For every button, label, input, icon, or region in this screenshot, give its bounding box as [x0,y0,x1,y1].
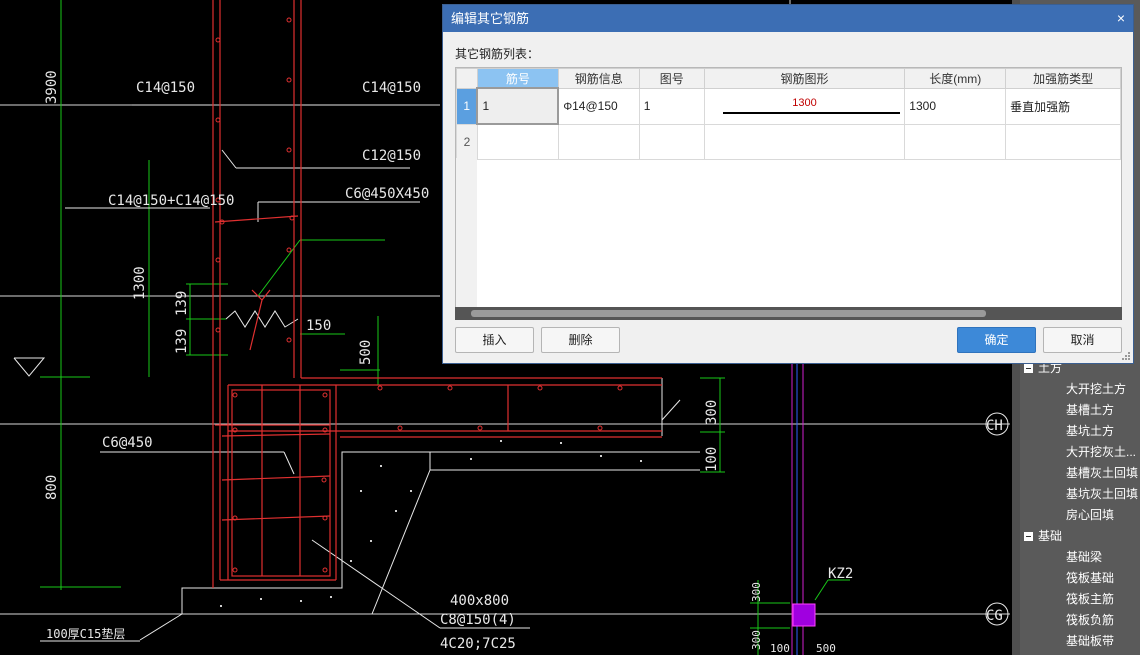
cell-fig-no[interactable]: 1 [638,87,705,125]
scrollbar-thumb[interactable] [471,310,986,317]
tree-item-label: 基坑土方 [1066,424,1115,438]
column-kz2-label: KZ2 [828,566,853,582]
dimension-500-column: 500 [816,642,836,655]
tree-item[interactable]: 基础梁 [1066,547,1102,568]
tree-item[interactable]: 筏板主筋 [1066,589,1114,610]
column-header-bar-shape[interactable]: 钢筋图形 [703,68,906,89]
collapse-icon[interactable] [1024,364,1033,373]
axis-ch-label: CH [986,418,1003,434]
dimension-300-column-lower: 300 [750,630,763,650]
tree-item-label: 房心回填 [1066,508,1115,522]
tree-item[interactable]: 基槽灰土回填 [1066,463,1138,484]
beam-bars-label: 4C20;7C25 [440,636,516,652]
tree-item-label: 筏板主筋 [1066,592,1115,606]
dimension-500: 500 [358,340,374,365]
tree-item[interactable]: 基础板带 [1066,631,1114,652]
tree-item-label: 基础 [1038,529,1063,543]
dimension-300: 300 [704,400,720,425]
dimension-100: 100 [704,447,720,472]
tree-item-label: 基槽灰土回填 [1066,466,1139,480]
row-number[interactable]: 1 [456,87,478,125]
horizontal-scrollbar[interactable] [455,307,1122,320]
cell-bar-info-text: 14@150 [572,99,618,113]
dimension-300-column-upper: 300 [750,582,763,602]
tree-item-label: 基础板带 [1066,634,1115,648]
rebar-label-c12: C12@150 [362,148,421,164]
shape-line [722,111,901,114]
tree-item[interactable]: 基坑土方 [1066,421,1114,442]
rebar-label-c6: C6@450 [102,435,153,451]
tree-item-label: 筏板基础 [1066,571,1115,585]
pad-label: 100厚C15垫层 [46,626,125,641]
cell-length[interactable] [904,123,1007,160]
dimension-150: 150 [306,318,331,334]
dimension-100-column: 100 [770,642,790,655]
cell-length[interactable]: 1300 [904,87,1007,125]
rebar-grid: 筋号 钢筋信息 图号 钢筋图形 长度(mm) 加强筋类型 1 1 Φ14@150… [455,67,1122,320]
tree-item-label: 筏板负筋 [1066,613,1115,627]
edit-other-rebar-dialog: 编辑其它钢筋 × 其它钢筋列表： 筋号 钢筋信息 图号 钢筋图形 长度(mm) … [442,4,1134,364]
table-row[interactable]: 2 [456,123,1121,160]
dimension-139-lower: 139 [174,329,190,354]
cell-bar-no[interactable] [476,123,559,160]
cell-bar-shape[interactable]: 1300 [703,87,906,125]
tree-item-label: 大开挖土方 [1066,382,1127,396]
tree-item[interactable]: 大开挖土方 [1066,379,1126,400]
tree-item[interactable]: 大开挖灰土... [1066,442,1136,463]
cell-bar-info[interactable]: Φ14@150 [557,87,640,125]
axis-cg-label: CG [986,608,1003,624]
delete-button[interactable]: 删除 [541,327,620,353]
dimension-800: 800 [44,475,60,500]
column-header-fig-no[interactable]: 图号 [638,68,705,89]
column-header-bar-info[interactable]: 钢筋信息 [557,68,640,89]
column-header-length[interactable]: 长度(mm) [904,68,1007,89]
dimension-3900: 3900 [44,70,60,104]
cell-reinforce-type[interactable]: 垂直加强筋 [1005,87,1121,125]
grid-corner[interactable] [456,68,478,89]
close-icon[interactable]: × [1117,5,1125,32]
table-row[interactable]: 1 1 Φ14@150 1 1300 1300 垂直加强筋 [456,87,1121,125]
tree-item-label: 基础梁 [1066,550,1103,564]
collapse-icon[interactable] [1024,532,1033,541]
rebar-grade-symbol: Φ [563,101,573,113]
tree-item-label: 基坑灰土回填 [1066,487,1139,501]
tree-group[interactable]: 基础 [1024,526,1063,547]
row-header-strip [456,158,477,319]
kz2-column-marker[interactable] [792,603,816,627]
rebar-label-c14-top-right: C14@150 [362,80,421,96]
column-header-bar-no[interactable]: 筋号 [476,68,559,89]
cell-bar-no[interactable]: 1 [476,87,560,125]
shape-length-value: 1300 [792,96,817,109]
beam-stirrup-label: C8@150(4) [440,612,516,628]
resize-grip-icon[interactable] [1122,352,1130,360]
cell-bar-info[interactable] [557,123,640,160]
rebar-label-c14-top-left: C14@150 [136,80,195,96]
rebar-label-c14-double: C14@150+C14@150 [108,193,234,209]
tree-item[interactable]: 基坑灰土回填 [1066,484,1138,505]
cell-reinforce-type[interactable] [1005,123,1121,160]
dialog-titlebar[interactable]: 编辑其它钢筋 × [443,5,1133,32]
tree-item-label: 基槽土方 [1066,403,1115,417]
rebar-list-label: 其它钢筋列表： [455,47,540,61]
beam-size-label: 400x800 [450,593,509,609]
dimension-1300: 1300 [132,266,148,300]
tree-item[interactable]: 筏板负筋 [1066,610,1114,631]
ok-button[interactable]: 确定 [957,327,1036,353]
rebar-label-c6-tie: C6@450X450 [345,186,429,202]
row-number[interactable]: 2 [456,123,478,160]
tree-item[interactable]: 筏板基础 [1066,568,1114,589]
tree-item[interactable]: 房心回填 [1066,505,1114,526]
insert-button[interactable]: 插入 [455,327,534,353]
tree-item-label: 大开挖灰土... [1066,445,1137,459]
cancel-button[interactable]: 取消 [1043,327,1122,353]
dimension-139-upper: 139 [174,291,190,316]
cell-bar-shape[interactable] [703,123,906,160]
tree-item[interactable]: 基槽土方 [1066,400,1114,421]
dialog-title: 编辑其它钢筋 [451,11,530,26]
column-header-reinforce-type[interactable]: 加强筋类型 [1005,68,1121,89]
cell-fig-no[interactable] [638,123,705,160]
